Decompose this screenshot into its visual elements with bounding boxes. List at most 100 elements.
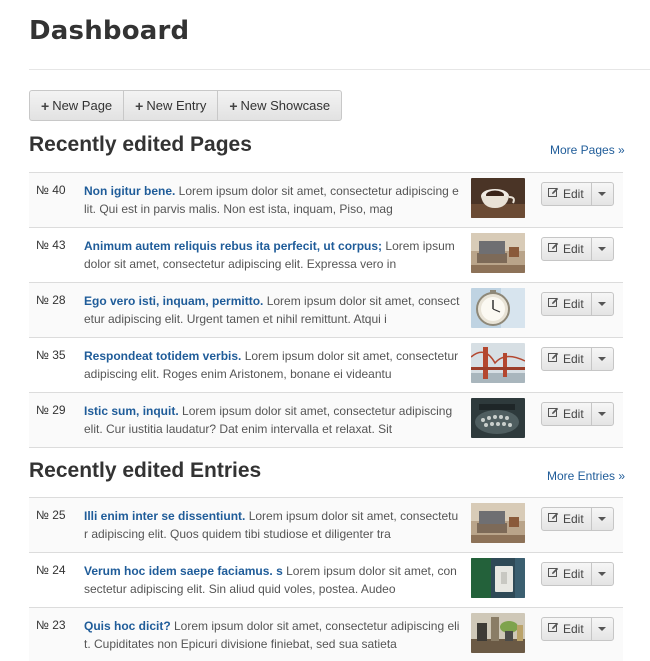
wall-switch-image (471, 558, 525, 598)
new-entry-label: New Entry (146, 98, 207, 113)
edit-split-button: Edit (541, 402, 614, 426)
edit-pencil-icon (548, 567, 559, 581)
item-title-link[interactable]: Animum autem reliquis rebus ita perfecit… (84, 239, 382, 253)
edit-label: Edit (563, 242, 584, 256)
new-entry-button[interactable]: + New Entry (124, 91, 219, 120)
edit-label: Edit (563, 297, 584, 311)
page-title: Dashboard (29, 16, 190, 46)
caret-down-icon (598, 357, 607, 361)
plus-icon: + (229, 97, 238, 114)
item-text: Illi enim inter se dissentiunt. Lorem ip… (84, 507, 460, 545)
edit-button[interactable]: Edit (542, 238, 592, 260)
edit-dropdown-toggle[interactable] (592, 183, 613, 205)
item-number: № 43 (36, 238, 66, 252)
caret-down-icon (598, 247, 607, 251)
item-title-link[interactable]: Non igitur bene. (84, 184, 175, 198)
edit-pencil-icon (548, 512, 559, 526)
edit-pencil-icon (548, 297, 559, 311)
edit-dropdown-toggle[interactable] (592, 618, 613, 640)
list-item: № 40 Non igitur bene. Lorem ipsum dolor … (29, 173, 623, 228)
list-item: № 43 Animum autem reliquis rebus ita per… (29, 228, 623, 283)
list-item: № 24 Verum hoc idem saepe faciamus. s Lo… (29, 553, 623, 608)
bridge-image (471, 343, 525, 383)
desk-laptop-image (471, 503, 525, 543)
item-title-link[interactable]: Respondeat totidem verbis. (84, 349, 241, 363)
list-item: № 25 Illi enim inter se dissentiunt. Lor… (29, 498, 623, 553)
kitchen-image (471, 613, 525, 653)
edit-dropdown-toggle[interactable] (592, 508, 613, 530)
edit-label: Edit (563, 512, 584, 526)
title-divider (29, 69, 650, 70)
item-title-link[interactable]: Istic sum, inquit. (84, 404, 179, 418)
edit-pencil-icon (548, 352, 559, 366)
item-number: № 24 (36, 563, 66, 577)
edit-label: Edit (563, 352, 584, 366)
edit-button[interactable]: Edit (542, 403, 592, 425)
coffee-cup-image (471, 178, 525, 218)
new-showcase-button[interactable]: + New Showcase (218, 91, 341, 120)
item-number: № 29 (36, 403, 66, 417)
item-title-link[interactable]: Illi enim inter se dissentiunt. (84, 509, 245, 523)
caret-down-icon (598, 302, 607, 306)
list-item: № 28 Ego vero isti, inquam, permitto. Lo… (29, 283, 623, 338)
edit-button[interactable]: Edit (542, 508, 592, 530)
caret-down-icon (598, 517, 607, 521)
edit-pencil-icon (548, 407, 559, 421)
edit-button[interactable]: Edit (542, 618, 592, 640)
edit-dropdown-toggle[interactable] (592, 293, 613, 315)
new-page-button[interactable]: + New Page (30, 91, 125, 120)
item-title-link[interactable]: Quis hoc dicit? (84, 619, 171, 633)
edit-button[interactable]: Edit (542, 348, 592, 370)
item-text: Animum autem reliquis rebus ita perfecit… (84, 237, 460, 275)
caret-down-icon (598, 192, 607, 196)
more-entries-link[interactable]: More Entries » (547, 469, 625, 483)
pages-list: № 40 Non igitur bene. Lorem ipsum dolor … (29, 172, 623, 448)
caret-down-icon (598, 572, 607, 576)
item-text: Respondeat totidem verbis. Lorem ipsum d… (84, 347, 460, 385)
edit-button[interactable]: Edit (542, 183, 592, 205)
edit-button[interactable]: Edit (542, 563, 592, 585)
item-text: Verum hoc idem saepe faciamus. s Lorem i… (84, 562, 460, 600)
list-item: № 35 Respondeat totidem verbis. Lorem ip… (29, 338, 623, 393)
edit-pencil-icon (548, 242, 559, 256)
item-number: № 25 (36, 508, 66, 522)
edit-label: Edit (563, 187, 584, 201)
item-title-link[interactable]: Verum hoc idem saepe faciamus. s (84, 564, 283, 578)
edit-split-button: Edit (541, 292, 614, 316)
more-pages-link[interactable]: More Pages » (550, 143, 625, 157)
dashboard-page: Dashboard + New Page + New Entry + New S… (0, 0, 650, 661)
edit-dropdown-toggle[interactable] (592, 563, 613, 585)
edit-label: Edit (563, 622, 584, 636)
edit-pencil-icon (548, 187, 559, 201)
edit-split-button: Edit (541, 237, 614, 261)
caret-down-icon (598, 412, 607, 416)
plus-icon: + (135, 97, 144, 114)
edit-label: Edit (563, 407, 584, 421)
desk-laptop-image (471, 233, 525, 273)
edit-split-button: Edit (541, 507, 614, 531)
item-text: Non igitur bene. Lorem ipsum dolor sit a… (84, 182, 460, 220)
edit-dropdown-toggle[interactable] (592, 238, 613, 260)
edit-split-button: Edit (541, 347, 614, 371)
edit-pencil-icon (548, 622, 559, 636)
caret-down-icon (598, 627, 607, 631)
edit-button[interactable]: Edit (542, 293, 592, 315)
edit-label: Edit (563, 567, 584, 581)
typewriter-image (471, 398, 525, 438)
edit-split-button: Edit (541, 182, 614, 206)
new-content-button-group: + New Page + New Entry + New Showcase (29, 90, 343, 121)
edit-dropdown-toggle[interactable] (592, 348, 613, 370)
list-item: № 29 Istic sum, inquit. Lorem ipsum dolo… (29, 393, 623, 448)
entries-list: № 25 Illi enim inter se dissentiunt. Lor… (29, 497, 623, 661)
list-item: № 23 Quis hoc dicit? Lorem ipsum dolor s… (29, 608, 623, 661)
item-number: № 28 (36, 293, 66, 307)
item-title-link[interactable]: Ego vero isti, inquam, permitto. (84, 294, 263, 308)
item-text: Istic sum, inquit. Lorem ipsum dolor sit… (84, 402, 460, 440)
item-text: Ego vero isti, inquam, permitto. Lorem i… (84, 292, 460, 330)
plus-icon: + (41, 97, 50, 114)
entries-section-title: Recently edited Entries (29, 459, 262, 482)
clock-image (471, 288, 525, 328)
new-page-label: New Page (52, 98, 113, 113)
edit-split-button: Edit (541, 617, 614, 641)
edit-dropdown-toggle[interactable] (592, 403, 613, 425)
